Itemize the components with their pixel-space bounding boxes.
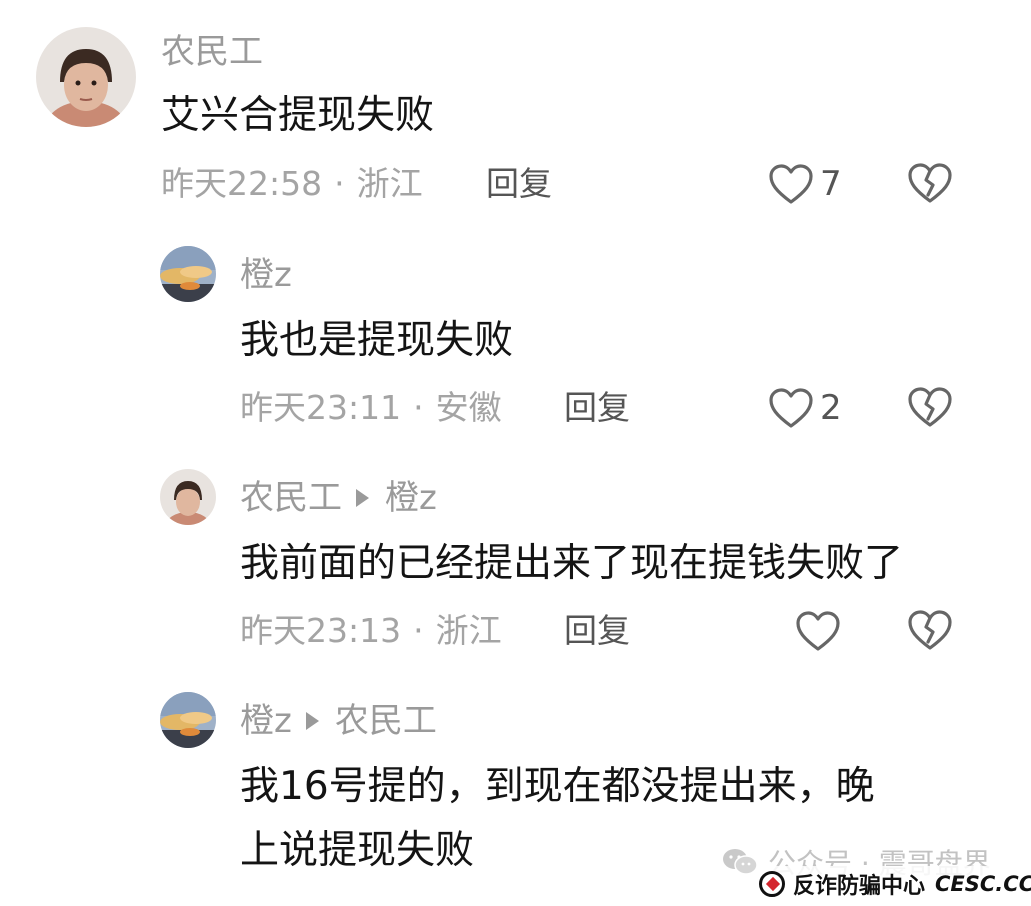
reply-button[interactable]: 回复	[564, 388, 630, 428]
comment-username[interactable]: 农民工	[161, 32, 263, 72]
comment-meta: 昨天22:58 · 浙江	[161, 164, 423, 204]
comment-text: 我也是提现失败	[240, 309, 513, 373]
broken-heart-icon	[908, 610, 952, 650]
wechat-icon	[723, 849, 758, 875]
username-text[interactable]: 橙z	[240, 701, 292, 741]
like-button[interactable]: 2	[768, 386, 842, 430]
heart-outline-icon	[769, 388, 813, 428]
comment-line: 我16号提的，到现在都没提出来，晚	[240, 764, 875, 809]
avatar[interactable]	[160, 692, 216, 748]
comment-text: 艾兴合提现失败	[161, 84, 434, 148]
watermark-site-text: CESC.CC	[935, 872, 1031, 896]
comment-username[interactable]: 橙z	[240, 255, 292, 295]
watermark-org-text: 反诈防骗中心	[793, 874, 926, 899]
comment-location: 安徽	[435, 388, 502, 427]
like-button[interactable]	[795, 609, 841, 653]
anti-fraud-logo-icon	[759, 871, 785, 897]
broken-heart-icon	[908, 163, 952, 203]
heart-outline-icon	[796, 611, 840, 651]
avatar[interactable]	[160, 246, 216, 302]
comment-line: 我也是提现失败	[240, 318, 514, 363]
comment-username[interactable]: 橙z 农民工	[240, 701, 437, 741]
meta-separator: ·	[413, 611, 424, 650]
reply-button[interactable]: 回复	[486, 164, 552, 204]
comment-location: 浙江	[435, 611, 502, 650]
reply-to-username[interactable]: 橙z	[385, 478, 437, 518]
triangle-right-icon	[356, 489, 369, 507]
like-button[interactable]: 7	[768, 162, 842, 206]
comment-username[interactable]: 农民工 橙z	[240, 478, 437, 518]
comment-thread: 农民工 艾兴合提现失败 昨天22:58 · 浙江 回复 7 橙z 我也是提现失败 昨…	[0, 0, 1031, 906]
broken-heart-icon	[908, 387, 952, 427]
comment-location: 浙江	[356, 164, 423, 203]
reply-to-username[interactable]: 农民工	[335, 701, 437, 741]
avatar[interactable]	[160, 469, 216, 525]
username-text[interactable]: 农民工	[240, 478, 342, 518]
comment-line: 我前面的已经提出来了现在提钱失败了	[240, 541, 904, 586]
heart-outline-icon	[769, 164, 813, 204]
username-text[interactable]: 橙z	[240, 255, 292, 295]
comment-line: 艾兴合提现失败	[161, 93, 435, 138]
comment-text: 我前面的已经提出来了现在提钱失败了	[240, 532, 903, 596]
dislike-button[interactable]	[907, 162, 953, 206]
username-text[interactable]: 农民工	[161, 32, 263, 72]
meta-separator: ·	[334, 164, 345, 203]
avatar[interactable]	[36, 27, 136, 127]
dislike-button[interactable]	[907, 386, 953, 430]
reply-button[interactable]: 回复	[564, 611, 630, 651]
comment-meta: 昨天23:13 · 浙江	[240, 611, 502, 651]
like-count: 2	[820, 388, 842, 428]
comment-time: 昨天23:11	[240, 388, 402, 427]
like-count: 7	[820, 164, 842, 204]
triangle-right-icon	[305, 712, 319, 730]
meta-separator: ·	[413, 388, 424, 427]
anti-fraud-watermark: 反诈防骗中心 CESC.CC	[757, 866, 1031, 902]
comment-time: 昨天23:13	[240, 611, 402, 650]
comment-meta: 昨天23:11 · 安徽	[240, 388, 502, 428]
dislike-button[interactable]	[907, 609, 953, 653]
comment-time: 昨天22:58	[161, 164, 323, 203]
